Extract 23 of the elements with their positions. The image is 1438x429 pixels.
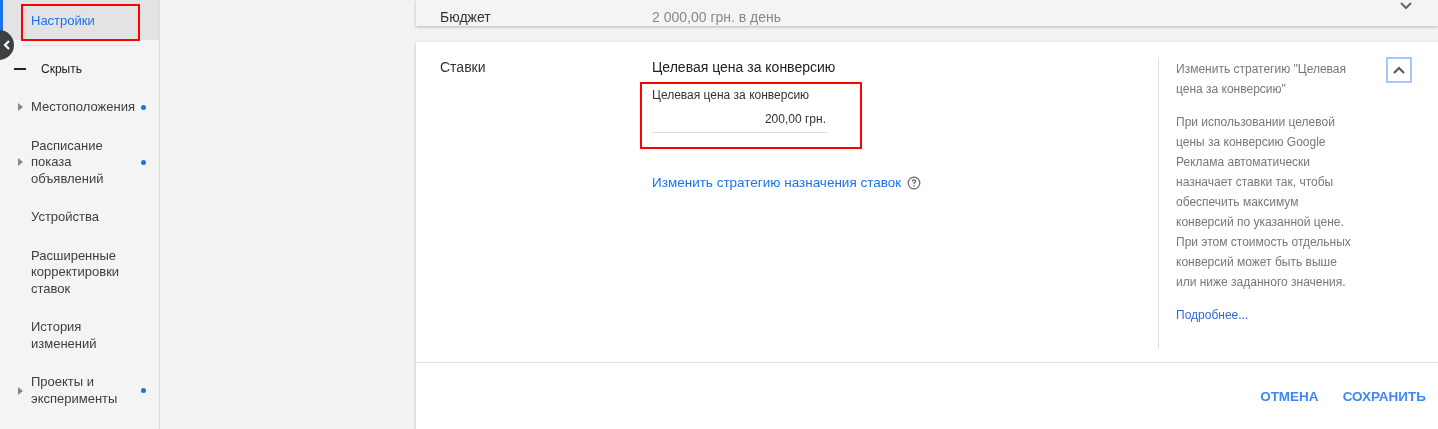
help-text: При использовании целевой цены за конверсию Google Реклама автоматически назначает ставки так, чтобы обеспечить максимум конверсий по указанной цене. При этом стоимость отдельных конверсий может быть выше или ниже заданного значения. bbox=[1176, 114, 1352, 291]
section-label: Ставки bbox=[440, 59, 486, 75]
learn-more-link[interactable]: Подробнее... bbox=[1176, 308, 1249, 322]
sidebar-item[interactable]: Расширенные корректировки ставок bbox=[0, 247, 159, 297]
budget-value: 2 000,00 грн. в день bbox=[652, 8, 782, 26]
footer-button[interactable]: СОХРАНИТЬ bbox=[1334, 382, 1434, 410]
change-strategy-link[interactable]: Изменить стратегию назначения ставок bbox=[652, 175, 902, 190]
budget-label: Бюджет bbox=[440, 8, 492, 26]
footer-button[interactable]: ОТМЕНА bbox=[1252, 382, 1327, 410]
chevron-down-icon[interactable] bbox=[1400, 2, 1412, 10]
sidebar-item[interactable]: Расписание показа объявлений bbox=[0, 137, 159, 187]
cpa-input-field[interactable]: Целевая цена за конверсию 200,00 грн. bbox=[652, 88, 828, 133]
sidebar-item[interactable]: История изменений bbox=[0, 319, 159, 352]
sidebar-item[interactable]: Настройки bbox=[0, 0, 159, 40]
collapse-help-button[interactable] bbox=[1386, 57, 1412, 83]
strategy-name: Целевая цена за конверсию bbox=[652, 59, 837, 75]
hide-toggle[interactable]: Скрыть bbox=[0, 61, 159, 77]
chevron-up-icon bbox=[1393, 66, 1405, 74]
sidebar-item[interactable]: Местоположения bbox=[0, 99, 159, 116]
sidebar-item[interactable]: Устройства bbox=[0, 209, 159, 226]
help-title: Изменить стратегию "Целевая цена за конверсию" bbox=[1176, 61, 1347, 98]
help-icon[interactable] bbox=[907, 175, 922, 190]
sidebar-item[interactable]: Проекты и эксперименты bbox=[0, 374, 159, 407]
